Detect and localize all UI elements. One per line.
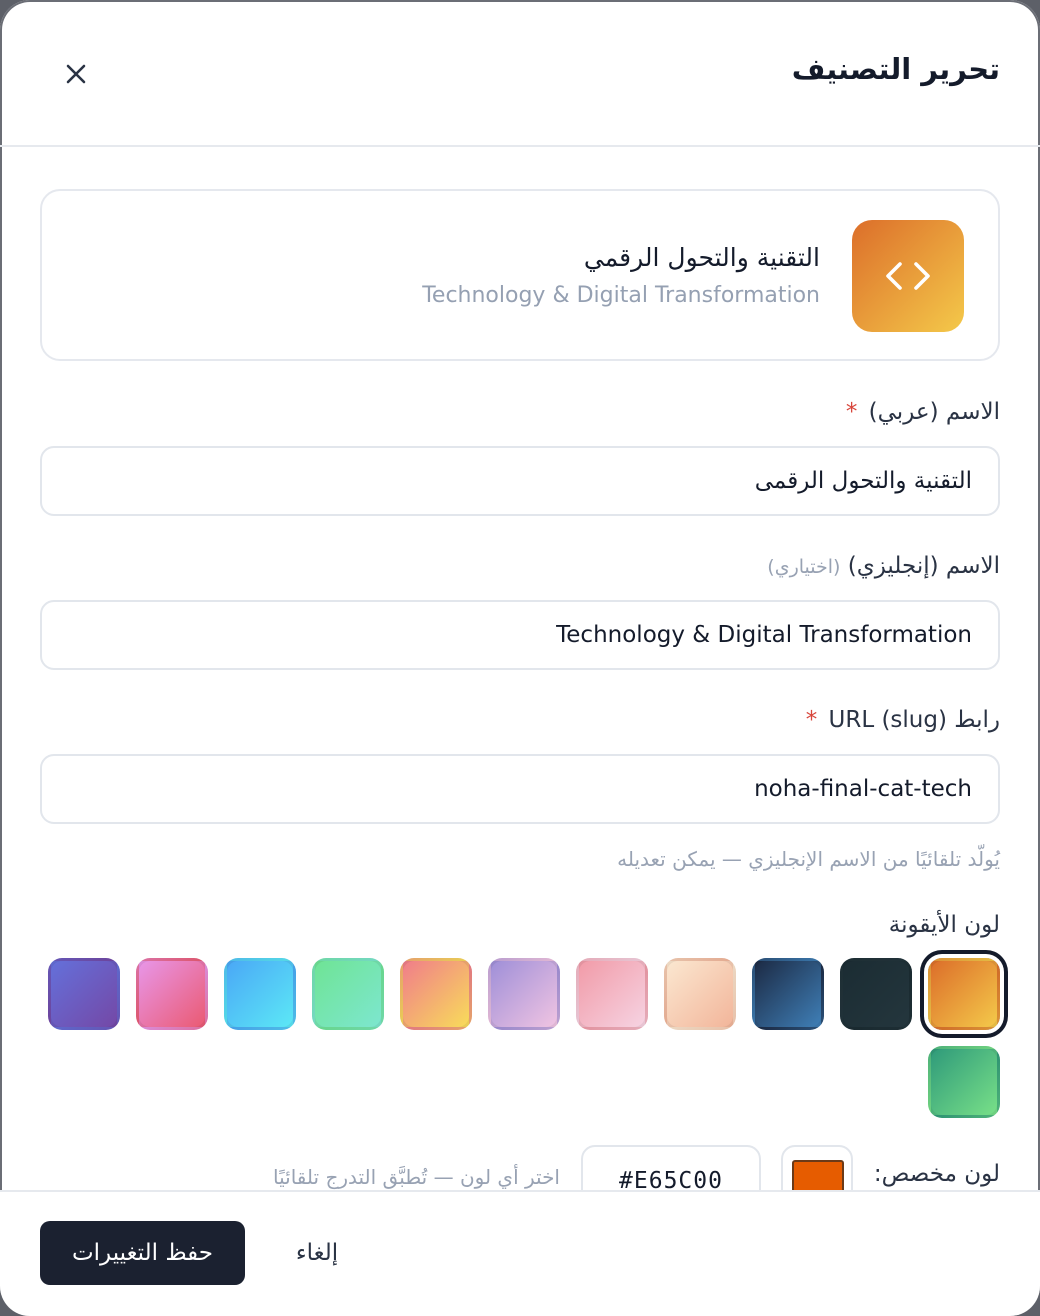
optional-mark: (اختياري)	[767, 556, 841, 578]
modal-body: التقنية والتحول الرقمي Technology & Digi…	[0, 149, 1040, 1190]
color-swatch[interactable]	[136, 958, 208, 1030]
custom-color-hint: اختر أي لون — تُطبَّق التدرج تلقائيًا	[273, 1165, 560, 1189]
color-swatch[interactable]	[576, 958, 648, 1030]
color-swatch[interactable]	[928, 1046, 1000, 1118]
color-swatch[interactable]	[664, 958, 736, 1030]
save-changes-button[interactable]: حفظ التغييرات	[40, 1221, 245, 1285]
slug-input[interactable]	[40, 754, 1000, 824]
custom-color-preview	[792, 1160, 844, 1190]
hex-color-input[interactable]	[581, 1145, 761, 1190]
color-swatch[interactable]	[48, 958, 120, 1030]
category-preview-card: التقنية والتحول الرقمي Technology & Digi…	[40, 189, 1000, 361]
custom-color-row: لون مخصص: اختر أي لون — تُطبَّق التدرج ت…	[0, 1145, 1040, 1190]
modal-title: تحرير التصنيف	[791, 52, 1000, 86]
slug-label-text: رابط URL (slug)	[828, 707, 1000, 733]
custom-color-picker[interactable]	[781, 1145, 853, 1190]
color-swatch[interactable]	[928, 958, 1000, 1030]
name-en-input[interactable]	[40, 600, 1000, 670]
close-button[interactable]	[50, 48, 102, 100]
custom-color-label: لون مخصص:	[873, 1161, 1000, 1187]
preview-name-ar: التقنية والتحول الرقمي	[583, 243, 820, 272]
color-swatch[interactable]	[840, 958, 912, 1030]
slug-label: رابط URL (slug) *	[806, 707, 1000, 733]
name-ar-label-text: الاسم (عربي)	[868, 399, 1000, 425]
name-ar-label: الاسم (عربي) *	[846, 399, 1000, 425]
cancel-button[interactable]: إلغاء	[272, 1221, 362, 1285]
color-swatch[interactable]	[312, 958, 384, 1030]
name-en-label-text: الاسم (إنجليزي)	[847, 553, 1000, 579]
slug-hint: يُولّد تلقائيًا من الاسم الإنجليزي — يمك…	[617, 847, 1000, 871]
icon-color-label: لون الأيقونة	[888, 912, 1000, 938]
code-icon	[886, 262, 930, 290]
close-icon	[66, 64, 86, 84]
preview-icon-tile	[852, 220, 964, 332]
color-swatch[interactable]	[752, 958, 824, 1030]
color-swatch[interactable]	[224, 958, 296, 1030]
modal-header: تحرير التصنيف	[0, 0, 1040, 147]
name-en-label: الاسم (إنجليزي) (اختياري)	[767, 553, 1000, 579]
required-mark: *	[805, 707, 818, 733]
edit-category-modal: تحرير التصنيف التقنية والتحول الرقمي Tec…	[0, 0, 1040, 1316]
modal-footer: حفظ التغييرات إلغاء	[0, 1190, 1040, 1316]
preview-name-en: Technology & Digital Transformation	[422, 283, 820, 308]
required-mark: *	[845, 399, 858, 425]
color-swatch[interactable]	[488, 958, 560, 1030]
color-swatch[interactable]	[400, 958, 472, 1030]
name-ar-input[interactable]	[40, 446, 1000, 516]
